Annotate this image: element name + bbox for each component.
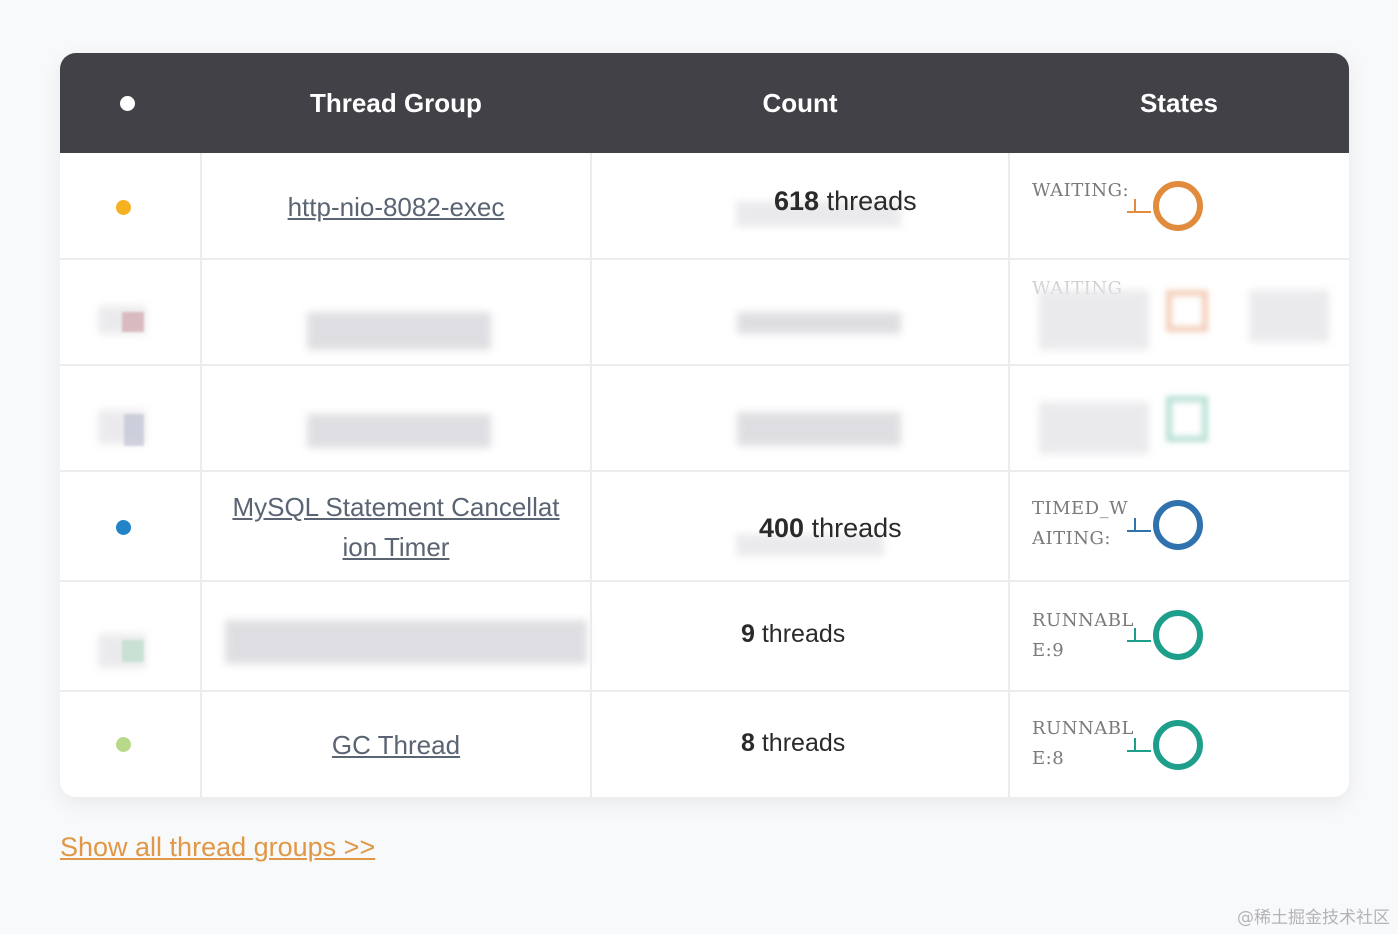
thread-count: 400 threads (759, 513, 902, 543)
thread-group-link[interactable]: http-nio-8082-exec (201, 187, 591, 227)
state-cell: RUNNABL E:9 (1009, 582, 1349, 692)
header-count: Count (762, 88, 838, 118)
state-ring-icon (1153, 181, 1203, 231)
state-ring-icon (1166, 290, 1208, 332)
thread-count: 9 threads (741, 620, 846, 648)
state-ring-icon (1153, 610, 1203, 660)
state-cell: TIMED_W AITING: (1009, 472, 1349, 582)
status-dot (122, 312, 144, 332)
state-label: RUNNABL E:9 (1032, 610, 1134, 661)
table-row: http-nio-8082-exec 618 threads WAITING: (60, 153, 1349, 260)
thread-group-link[interactable]: GC Thread (201, 725, 591, 765)
table-row: MySQL Statement Cancellat ion Timer 400 … (60, 472, 1349, 582)
status-dot (116, 200, 131, 215)
show-all-thread-groups-link[interactable]: Show all thread groups >> (60, 832, 375, 863)
status-dot (124, 414, 144, 446)
state-ring-icon (1166, 396, 1208, 442)
watermark: @稀土掘金技术社区 (1237, 908, 1390, 928)
state-ring-icon (1153, 720, 1203, 770)
header-thread-group: Thread Group (310, 88, 482, 118)
state-cell (1009, 366, 1349, 472)
status-dot (122, 640, 144, 662)
state-cell: RUNNABL E:8 (1009, 692, 1349, 797)
status-dot (116, 520, 131, 535)
table-row (60, 366, 1349, 472)
table-header: Thread Group Count States (60, 53, 1349, 153)
table-row: GC Thread 8 threads RUNNABL E:8 (60, 692, 1349, 797)
table-row: 9 threads RUNNABL E:9 (60, 582, 1349, 692)
thread-count: 618 threads (774, 186, 917, 216)
status-dot (116, 737, 131, 752)
state-ring-icon (1153, 500, 1203, 550)
header-dot-icon (120, 96, 135, 111)
state-label: TIMED_W AITING: (1032, 498, 1129, 549)
state-label: RUNNABL E:8 (1032, 718, 1134, 769)
table-row: WAITING (60, 260, 1349, 366)
state-cell: WAITING: (1009, 153, 1349, 260)
thread-group-table: Thread Group Count States http-nio-8082-… (60, 53, 1349, 797)
state-label: WAITING: (1032, 180, 1130, 201)
thread-group-link[interactable]: MySQL Statement Cancellat ion Timer (201, 487, 591, 567)
header-states: States (1139, 88, 1219, 118)
thread-count: 8 threads (741, 729, 846, 757)
state-cell: WAITING (1009, 260, 1349, 366)
